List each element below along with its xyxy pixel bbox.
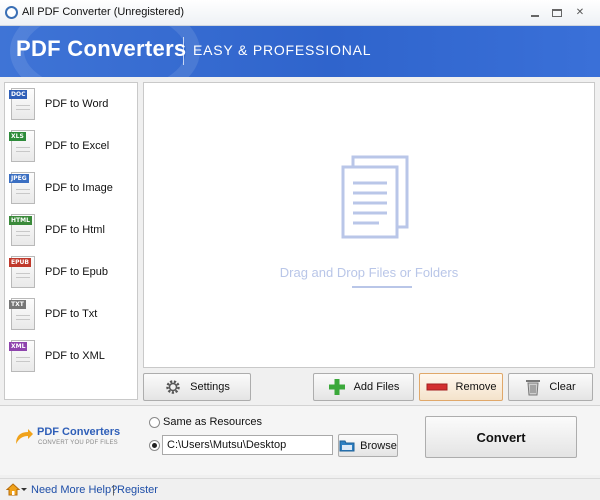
sidebar-item-label: PDF to Image bbox=[45, 182, 113, 194]
status-bar: Need More Help? | Register bbox=[0, 478, 600, 500]
same-as-resources-label[interactable]: Same as Resources bbox=[163, 416, 262, 428]
add-files-button[interactable]: Add Files bbox=[313, 373, 414, 401]
sidebar-item-pdf-to-xml[interactable]: XML PDF to XML bbox=[9, 337, 135, 375]
app-icon bbox=[5, 6, 18, 19]
sidebar-item-label: PDF to Word bbox=[45, 98, 109, 110]
remove-label: Remove bbox=[455, 381, 497, 393]
banner-divider bbox=[183, 37, 184, 65]
sidebar-item-label: PDF to Txt bbox=[45, 308, 98, 320]
file-drop-zone[interactable]: Drag and Drop Files or Folders bbox=[143, 82, 595, 368]
minus-icon bbox=[426, 383, 448, 391]
status-separator: | bbox=[112, 484, 115, 496]
sidebar-item-pdf-to-word[interactable]: DOC PDF to Word bbox=[9, 85, 135, 123]
brand-logo: PDF Converters CONVERT YOU PDF FILES bbox=[14, 424, 134, 454]
documents-icon bbox=[341, 155, 409, 239]
browse-label: Browse bbox=[360, 439, 397, 452]
jpeg-file-icon: JPEG bbox=[9, 172, 37, 204]
logo-subtitle: CONVERT YOU PDF FILES bbox=[38, 440, 118, 446]
settings-button[interactable]: Settings bbox=[143, 373, 251, 401]
clear-button[interactable]: Clear bbox=[508, 373, 593, 401]
home-icon[interactable] bbox=[6, 483, 20, 496]
clear-label: Clear bbox=[549, 381, 576, 393]
title-bar: All PDF Converter (Unregistered) ✕ bbox=[0, 0, 600, 26]
chevron-down-icon[interactable] bbox=[21, 488, 27, 491]
sidebar-item-pdf-to-image[interactable]: JPEG PDF to Image bbox=[9, 169, 135, 207]
sidebar-item-label: PDF to XML bbox=[45, 350, 105, 362]
sidebar-item-pdf-to-epub[interactable]: EPUB PDF to Epub bbox=[9, 253, 135, 291]
drop-hint-text: Drag and Drop Files or Folders bbox=[279, 265, 459, 280]
txt-file-icon: TXT bbox=[9, 298, 37, 330]
logo-name: PDF Converters bbox=[37, 426, 121, 438]
browse-button[interactable]: Browse bbox=[338, 434, 398, 457]
custom-folder-radio[interactable] bbox=[149, 440, 160, 451]
plus-icon bbox=[328, 379, 345, 395]
sidebar-item-pdf-to-excel[interactable]: XLS PDF to Excel bbox=[9, 127, 135, 165]
convert-label: Convert bbox=[476, 429, 526, 445]
trash-icon bbox=[526, 380, 541, 396]
close-icon[interactable]: ✕ bbox=[572, 7, 588, 19]
html-file-icon: HTML bbox=[9, 214, 37, 246]
same-as-resources-radio[interactable] bbox=[149, 417, 160, 428]
add-files-label: Add Files bbox=[353, 381, 400, 393]
gear-icon bbox=[166, 380, 180, 394]
sidebar-item-label: PDF to Html bbox=[45, 224, 105, 236]
remove-button[interactable]: Remove bbox=[419, 373, 503, 401]
window-title: All PDF Converter (Unregistered) bbox=[22, 6, 184, 18]
sidebar-item-label: PDF to Excel bbox=[45, 140, 110, 152]
sidebar-item-pdf-to-html[interactable]: HTML PDF to Html bbox=[9, 211, 135, 249]
drop-hint-underline bbox=[352, 286, 412, 288]
sidebar-item-pdf-to-txt[interactable]: TXT PDF to Txt bbox=[9, 295, 135, 333]
header-banner: PDF Converters EASY & PROFESSIONAL bbox=[0, 26, 600, 77]
xls-file-icon: XLS bbox=[9, 130, 37, 162]
sidebar-item-label: PDF to Epub bbox=[45, 266, 108, 278]
epub-file-icon: EPUB bbox=[9, 256, 37, 288]
folder-icon bbox=[339, 440, 355, 452]
register-link[interactable]: Register bbox=[117, 484, 158, 496]
need-more-help-link[interactable]: Need More Help? bbox=[31, 484, 117, 496]
settings-label: Settings bbox=[190, 381, 230, 393]
xml-file-icon: XML bbox=[9, 340, 37, 372]
conversion-type-sidebar: DOC PDF to Word XLS PDF to Excel JPEG PD… bbox=[4, 82, 138, 400]
minimize-icon[interactable] bbox=[527, 7, 543, 19]
logo-arrow-icon bbox=[16, 429, 33, 444]
maximize-icon[interactable] bbox=[549, 7, 565, 19]
banner-tagline: EASY & PROFESSIONAL bbox=[193, 42, 372, 58]
banner-title: PDF Converters bbox=[16, 36, 187, 61]
convert-button[interactable]: Convert bbox=[425, 416, 577, 458]
doc-file-icon: DOC bbox=[9, 88, 37, 120]
output-path-field[interactable] bbox=[162, 435, 333, 455]
